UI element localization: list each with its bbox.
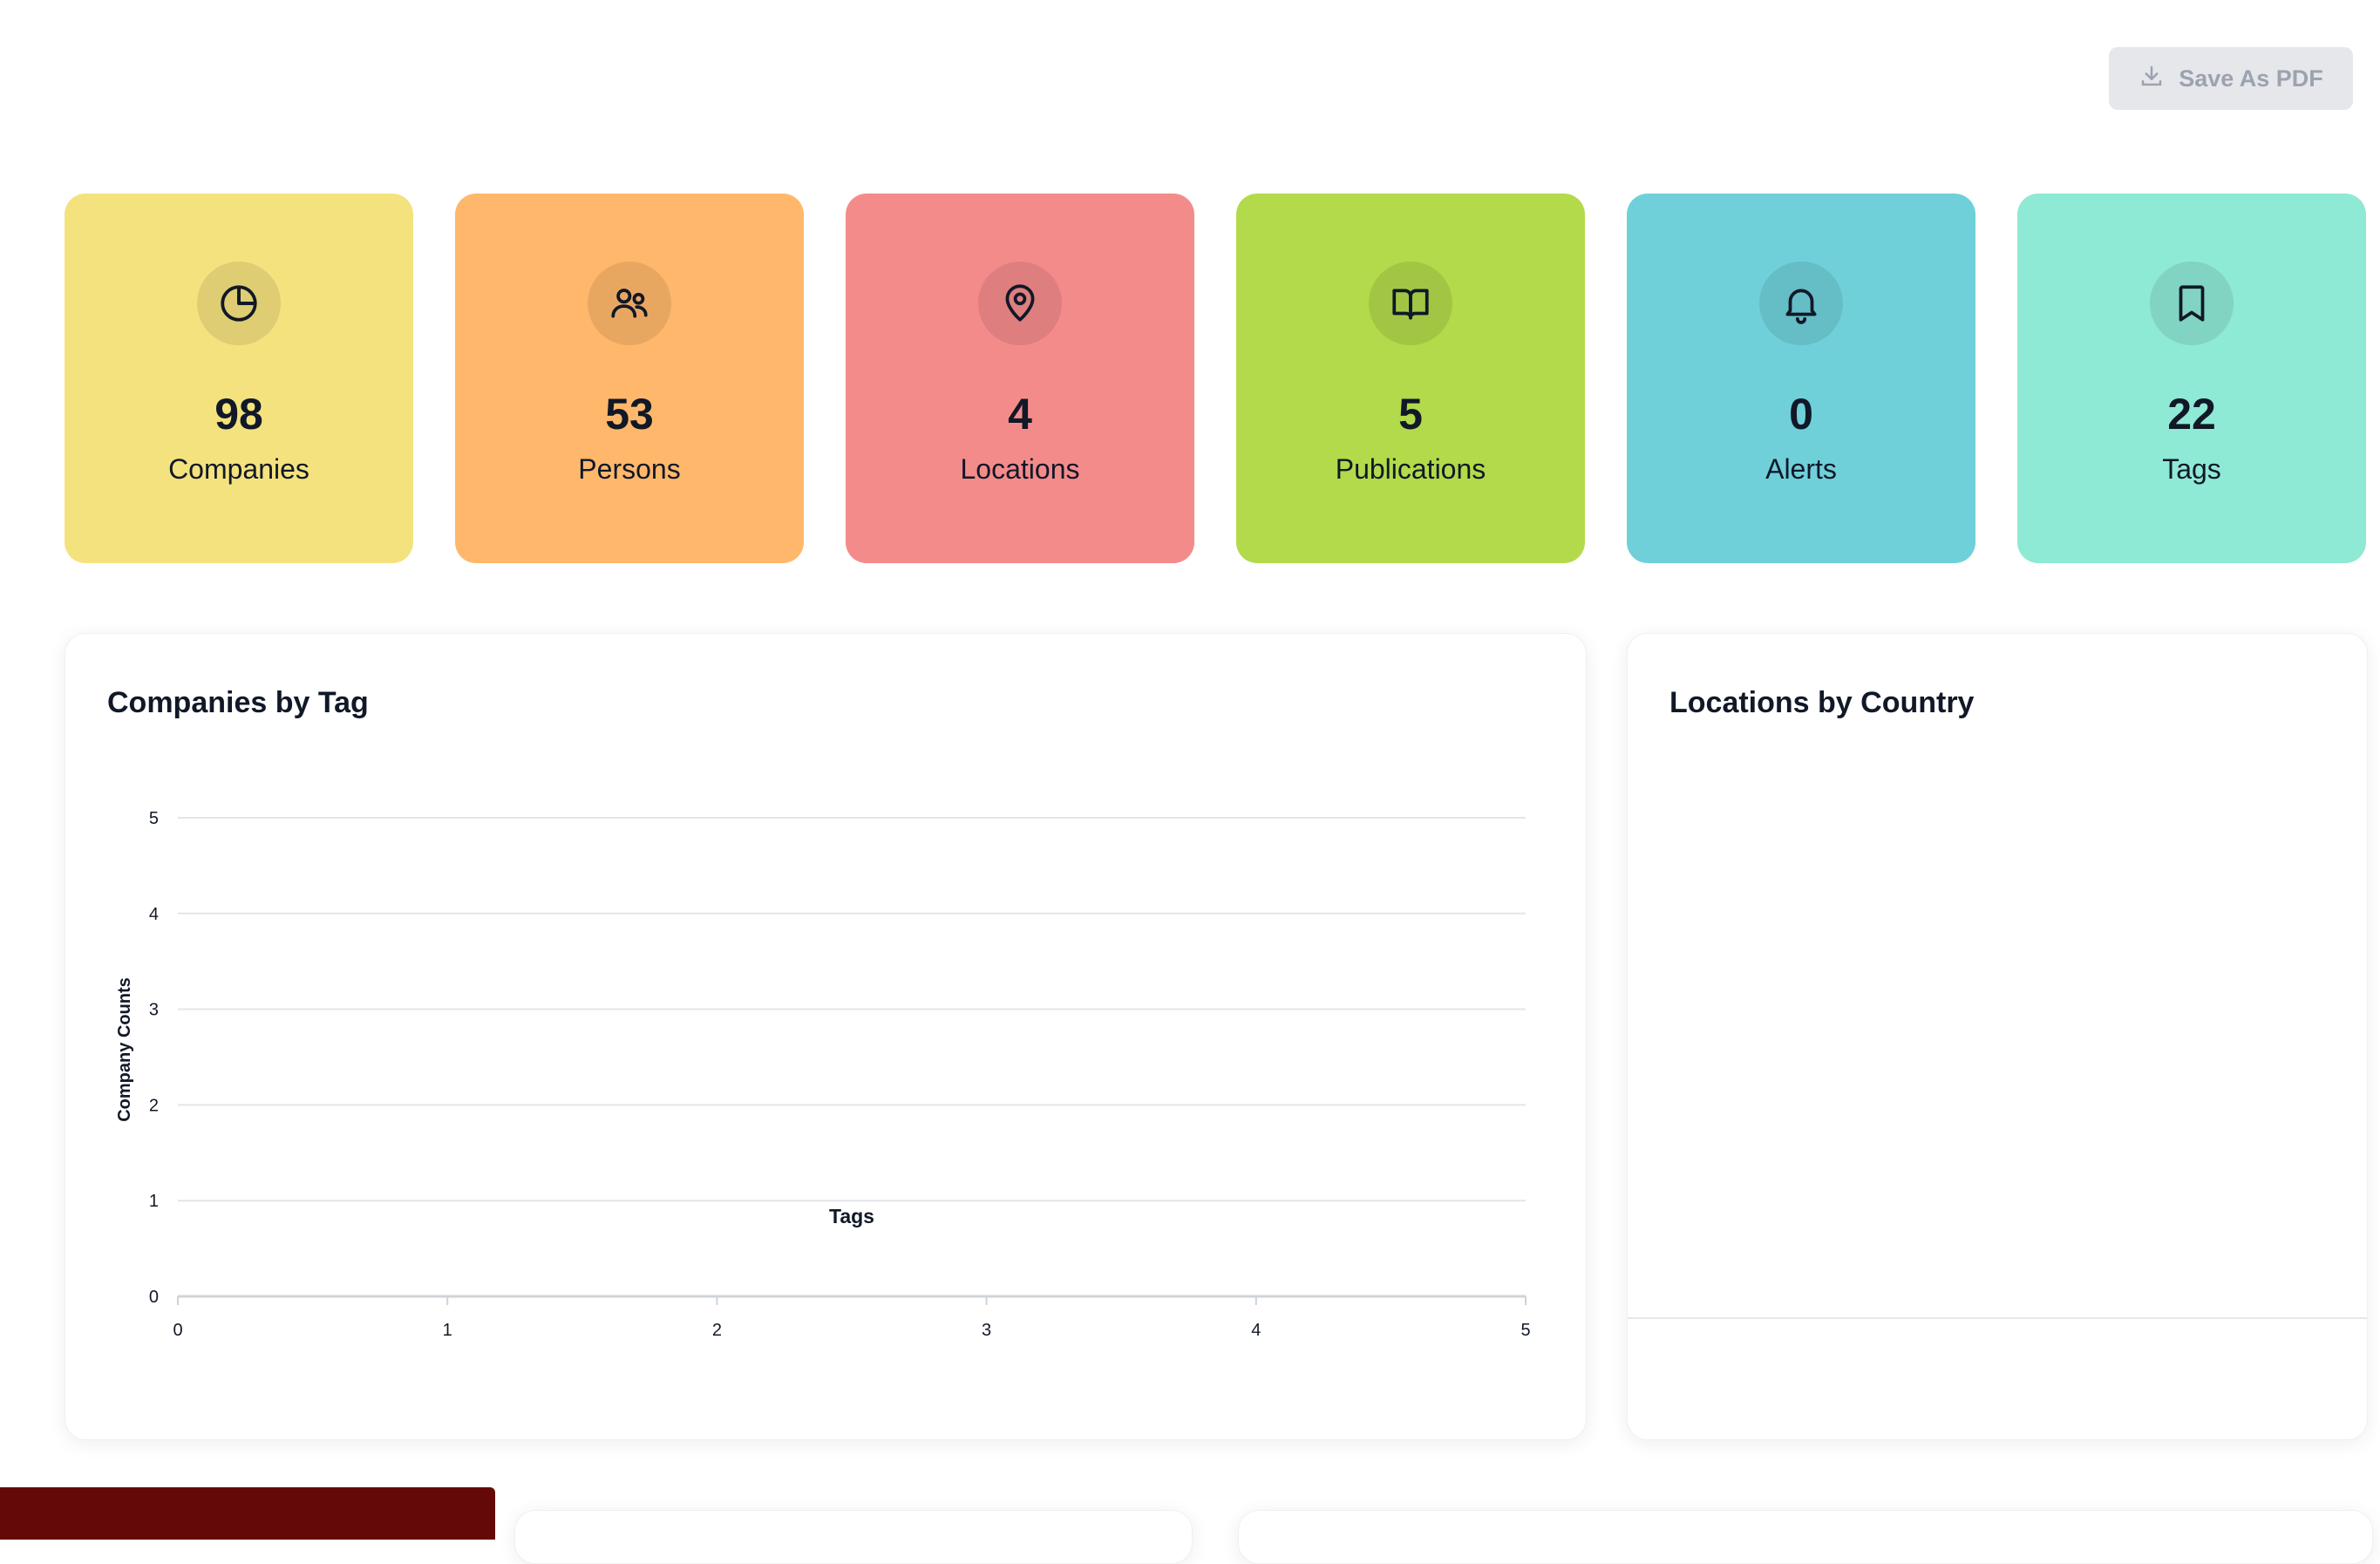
y-tick-label: 2 (149, 1096, 159, 1115)
companies-by-tag-panel: Companies by Tag 0 1 2 3 4 5 0 1 2 3 4 5 Tags Company… (65, 633, 1587, 1440)
x-axis-label: Tags (829, 1205, 874, 1227)
y-tick-label: 3 (149, 1001, 159, 1020)
users-icon (588, 262, 671, 345)
stat-card-locations[interactable]: 4 Locations (846, 194, 1194, 563)
stat-value: 0 (1789, 390, 1813, 439)
pie-chart-icon (197, 262, 281, 345)
toast-notification[interactable] (0, 1487, 495, 1540)
stat-card-persons[interactable]: 53 Persons (455, 194, 804, 563)
stat-card-tags[interactable]: 22 Tags (2017, 194, 2366, 563)
bottom-panel-left (514, 1510, 1193, 1564)
companies-by-tag-chart: 0 1 2 3 4 5 0 1 2 3 4 5 Tags Company Counts (115, 809, 1531, 1340)
x-tick-label: 1 (443, 1321, 452, 1340)
stat-label: Locations (960, 453, 1080, 485)
stat-label: Publications (1335, 453, 1486, 485)
panel-title: Locations by Country (1669, 686, 1975, 719)
x-tick-label: 0 (173, 1321, 182, 1340)
y-tick-label: 5 (149, 809, 159, 828)
download-icon (2139, 63, 2165, 95)
stat-label: Companies (168, 453, 309, 485)
y-tick-label: 0 (149, 1288, 159, 1307)
x-tick-label: 3 (982, 1321, 991, 1340)
save-as-pdf-label: Save As PDF (2179, 65, 2323, 92)
book-open-icon (1369, 262, 1452, 345)
y-tick-label: 4 (149, 905, 159, 924)
bookmark-icon (2150, 262, 2234, 345)
stat-value: 5 (1398, 390, 1423, 439)
stat-value: 4 (1008, 390, 1032, 439)
save-as-pdf-button[interactable]: Save As PDF (2109, 47, 2353, 110)
bell-icon (1759, 262, 1843, 345)
bottom-panel-right (1238, 1510, 2373, 1564)
locations-by-country-panel: Locations by Country (1627, 633, 2368, 1440)
stat-card-companies[interactable]: 98 Companies (65, 194, 413, 563)
stat-card-publications[interactable]: 5 Publications (1236, 194, 1585, 563)
stat-value: 22 (2167, 390, 2216, 439)
x-tick-label: 2 (712, 1321, 722, 1340)
stat-value: 53 (605, 390, 654, 439)
y-tick-label: 1 (149, 1192, 159, 1211)
stat-value: 98 (214, 390, 263, 439)
x-tick-label: 5 (1520, 1321, 1530, 1340)
map-pin-icon (978, 262, 1062, 345)
panel-divider (1628, 1317, 2367, 1319)
x-tick-label: 4 (1251, 1321, 1261, 1340)
stat-label: Alerts (1765, 453, 1837, 485)
y-axis-label: Company Counts (115, 977, 134, 1122)
stat-card-alerts[interactable]: 0 Alerts (1627, 194, 1975, 563)
stat-label: Tags (2162, 453, 2221, 485)
stat-label: Persons (578, 453, 681, 485)
